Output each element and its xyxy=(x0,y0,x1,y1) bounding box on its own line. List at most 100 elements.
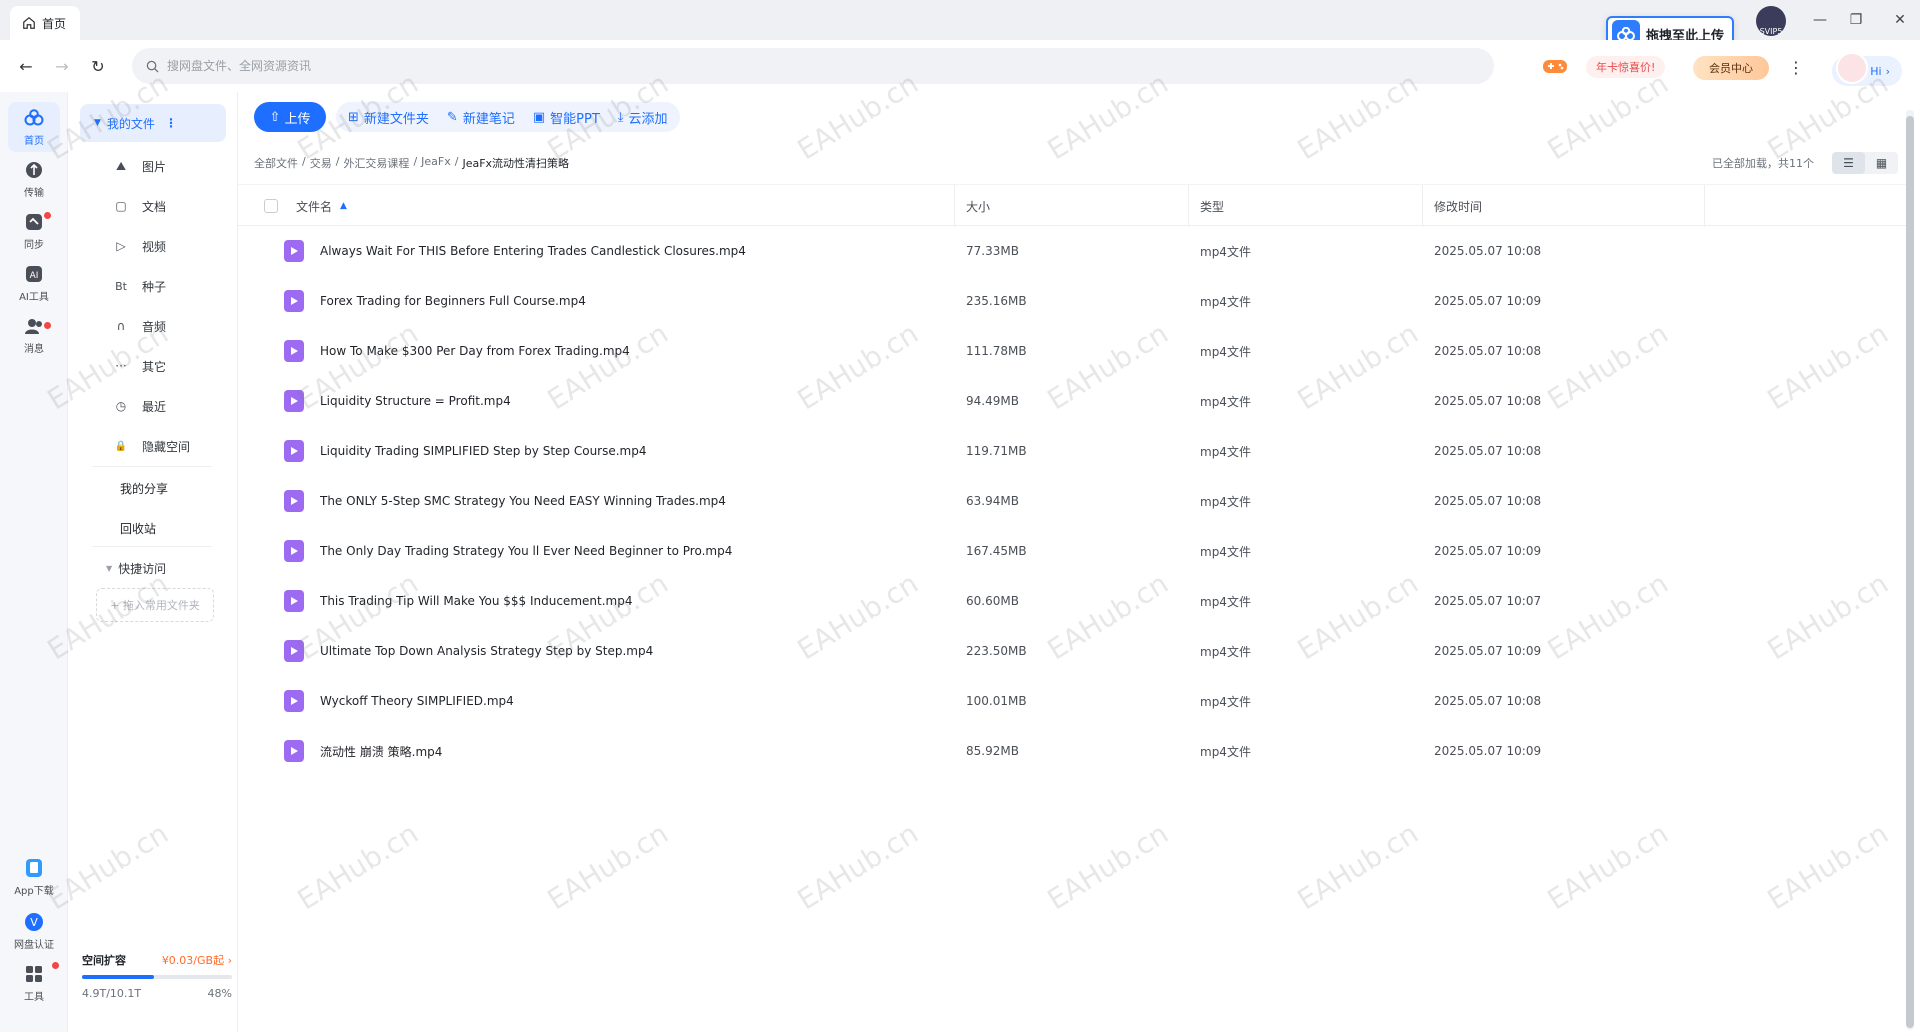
sidebar-item-videos[interactable]: ▷ 视频 xyxy=(114,236,166,256)
watermark: EAHub.cn xyxy=(1041,816,1174,917)
refresh-button[interactable]: ↻ xyxy=(86,54,110,78)
gamepad-icon[interactable] xyxy=(1542,56,1568,76)
video-file-icon xyxy=(284,540,304,562)
breadcrumb-item[interactable]: 全部文件 xyxy=(254,155,298,171)
file-modified: 2025.05.07 10:09 xyxy=(1434,644,1542,658)
new-note-button[interactable]: ✎ 新建笔记 xyxy=(447,108,515,127)
table-row[interactable]: The ONLY 5-Step SMC Strategy You Need EA… xyxy=(238,476,1910,526)
file-modified: 2025.05.07 10:07 xyxy=(1434,594,1542,608)
file-name[interactable]: Ultimate Top Down Analysis Strategy Step… xyxy=(320,626,653,676)
file-type: mp4文件 xyxy=(1200,644,1251,659)
breadcrumb-item[interactable]: JeaFx xyxy=(421,155,451,171)
column-header-modified[interactable]: 修改时间 xyxy=(1434,185,1482,227)
phone-icon xyxy=(26,859,42,877)
minimize-button[interactable]: — xyxy=(1810,10,1830,30)
file-name[interactable]: Always Wait For THIS Before Entering Tra… xyxy=(320,226,746,276)
column-divider xyxy=(1422,185,1423,227)
table-row[interactable]: How To Make $300 Per Day from Forex Trad… xyxy=(238,326,1910,376)
vip-center-label: 会员中心 xyxy=(1709,62,1753,75)
file-modified: 2025.05.07 10:08 xyxy=(1434,694,1542,708)
table-row[interactable]: Liquidity Trading SIMPLIFIED Step by Ste… xyxy=(238,426,1910,476)
rail-item-app-download[interactable]: App下载 xyxy=(8,852,60,902)
hi-label: Hi xyxy=(1870,64,1882,78)
list-view-button[interactable]: ☰ xyxy=(1832,152,1865,174)
file-name[interactable]: The Only Day Trading Strategy You ll Eve… xyxy=(320,526,732,576)
forward-button[interactable]: → xyxy=(50,54,74,78)
table-row[interactable]: Always Wait For THIS Before Entering Tra… xyxy=(238,226,1910,276)
breadcrumb-item[interactable]: 外汇交易课程 xyxy=(343,155,409,171)
close-button[interactable]: ✕ xyxy=(1890,10,1910,30)
new-folder-button[interactable]: ⊞ 新建文件夹 xyxy=(348,108,429,127)
sidebar-item-other[interactable]: ··· 其它 xyxy=(114,356,166,376)
tab-home[interactable]: 首页 xyxy=(10,6,80,40)
watermark: EAHub.cn xyxy=(291,816,424,917)
table-row[interactable]: Liquidity Structure = Profit.mp4 94.49MB… xyxy=(238,376,1910,426)
rail-item-sync[interactable]: 同步 xyxy=(8,206,60,256)
select-all-checkbox[interactable] xyxy=(264,185,278,227)
upload-button[interactable]: ⇧ 上传 xyxy=(254,102,326,132)
sidebar-item-my-share[interactable]: 我的分享 xyxy=(120,480,168,497)
rail-label: 工具 xyxy=(24,992,44,1003)
file-name[interactable]: This Trading Tip Will Make You $$$ Induc… xyxy=(320,576,632,626)
watermark: EAHub.cn xyxy=(1761,816,1894,917)
more-menu-button[interactable]: ⋮ xyxy=(1788,56,1804,78)
watermark: EAHub.cn xyxy=(1291,816,1424,917)
file-name[interactable]: Liquidity Trading SIMPLIFIED Step by Ste… xyxy=(320,426,647,476)
table-row[interactable]: Ultimate Top Down Analysis Strategy Step… xyxy=(238,626,1910,676)
file-name[interactable]: Forex Trading for Beginners Full Course.… xyxy=(320,276,586,326)
table-row[interactable]: The Only Day Trading Strategy You ll Eve… xyxy=(238,526,1910,576)
rail-item-messages[interactable]: 消息 xyxy=(8,310,60,360)
back-button[interactable]: ← xyxy=(14,54,38,78)
smart-ppt-button[interactable]: ▣ 智能PPT xyxy=(533,108,600,127)
file-name[interactable]: 流动性 崩溃 策略.mp4 xyxy=(320,726,442,776)
file-type: mp4文件 xyxy=(1200,544,1251,559)
user-badge[interactable]: SVIP5 xyxy=(1756,6,1786,36)
table-row[interactable]: This Trading Tip Will Make You $$$ Induc… xyxy=(238,576,1910,626)
file-name[interactable]: The ONLY 5-Step SMC Strategy You Need EA… xyxy=(320,476,726,526)
rail-item-ai-tools[interactable]: AI AI工具 xyxy=(8,258,60,308)
search-bar[interactable] xyxy=(132,48,1494,84)
breadcrumb-item[interactable]: 交易 xyxy=(310,155,332,171)
vip-center-button[interactable]: 会员中心 xyxy=(1693,56,1769,80)
sidebar-item-torrents[interactable]: Bt 种子 xyxy=(114,276,166,296)
file-size: 167.45MB xyxy=(966,544,1027,558)
column-header-type[interactable]: 类型 xyxy=(1200,185,1224,227)
sidebar-item-my-files[interactable]: ▼ 我的文件 ⋮ xyxy=(80,104,226,142)
avatar[interactable] xyxy=(1836,52,1868,84)
file-type: mp4文件 xyxy=(1200,244,1251,259)
smart-ppt-label: 智能PPT xyxy=(550,111,600,127)
more-icon: ⋮ xyxy=(1788,57,1804,77)
search-input[interactable] xyxy=(167,59,767,73)
rail-item-transfer[interactable]: 传输 xyxy=(8,154,60,204)
sidebar-item-documents[interactable]: ▢ 文档 xyxy=(114,196,166,216)
nav-rail: 首页 传输 同步 AI AI工具 消息 App下载 V 网盘认证 工具 xyxy=(0,92,68,1032)
scrollbar-thumb[interactable] xyxy=(1906,116,1914,1028)
table-row[interactable]: 流动性 崩溃 策略.mp4 85.92MB mp4文件 2025.05.07 1… xyxy=(238,726,1910,776)
annual-promo-badge[interactable]: 年卡惊喜价! xyxy=(1586,56,1666,78)
column-header-size[interactable]: 大小 xyxy=(966,185,990,227)
file-name[interactable]: How To Make $300 Per Day from Forex Trad… xyxy=(320,326,630,376)
sidebar-item-recent[interactable]: ◷ 最近 xyxy=(114,396,166,416)
storage-quota[interactable]: 空间扩容 ¥0.03/GB起 › 4.9T/10.1T 48% xyxy=(82,952,232,1000)
rail-label: 同步 xyxy=(24,240,44,251)
rail-item-home[interactable]: 首页 xyxy=(8,102,60,152)
sidebar-item-label: 隐藏空间 xyxy=(142,439,191,454)
sidebar-item-audio[interactable]: ∩ 音频 xyxy=(114,316,166,336)
restore-button[interactable]: ❐ xyxy=(1846,10,1866,30)
table-row[interactable]: Wyckoff Theory SIMPLIFIED.mp4 100.01MB m… xyxy=(238,676,1910,726)
sidebar-item-images[interactable]: ⛰ 图片 xyxy=(114,156,166,176)
sidebar-item-hidden-space[interactable]: 🔒 隐藏空间 xyxy=(114,436,190,456)
grid-view-button[interactable]: ▦ xyxy=(1865,152,1898,174)
rail-item-verify[interactable]: V 网盘认证 xyxy=(8,906,60,956)
table-row[interactable]: Forex Trading for Beginners Full Course.… xyxy=(238,276,1910,326)
file-size: 235.16MB xyxy=(966,294,1027,308)
sidebar-item-recycle-bin[interactable]: 回收站 xyxy=(120,520,156,537)
divider xyxy=(92,546,212,547)
file-name[interactable]: Liquidity Structure = Profit.mp4 xyxy=(320,376,511,426)
quick-add-dropzone[interactable]: + 拖入常用文件夹 xyxy=(96,588,214,622)
column-header-name[interactable]: 文件名 ▲ xyxy=(296,185,347,227)
sidebar-item-quick-access[interactable]: ▼ 快捷访问 xyxy=(106,558,166,578)
file-name[interactable]: Wyckoff Theory SIMPLIFIED.mp4 xyxy=(320,676,514,726)
checkbox[interactable] xyxy=(264,199,278,213)
cloud-add-button[interactable]: ⤓ 云添加 xyxy=(618,108,668,127)
